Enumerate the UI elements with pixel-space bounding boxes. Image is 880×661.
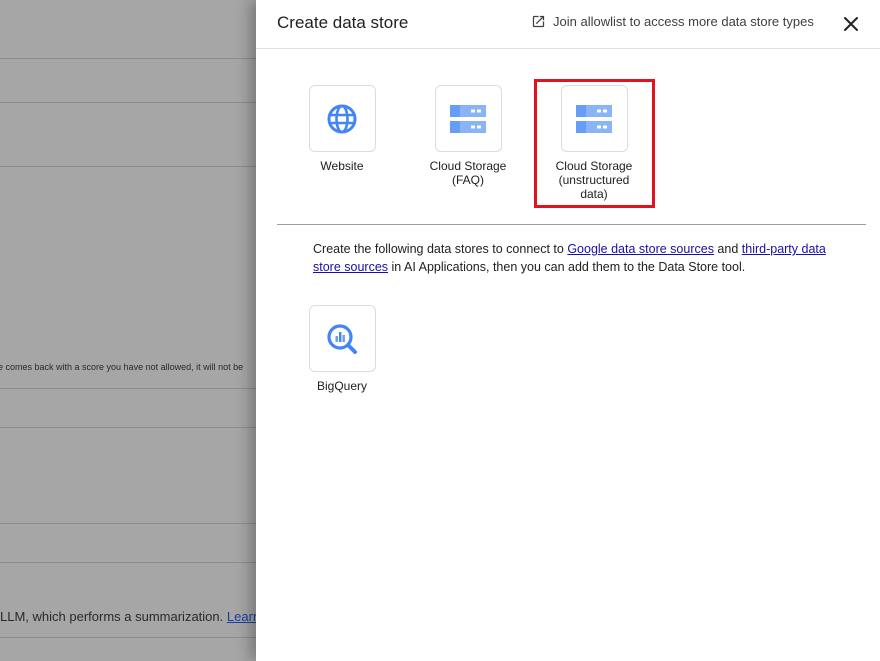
close-button[interactable]	[840, 13, 862, 35]
background-page: e comes back with a score you have not a…	[0, 0, 256, 661]
google-data-store-sources-link[interactable]: Google data store sources	[567, 242, 714, 256]
storage-icon	[576, 104, 612, 133]
divider	[0, 523, 256, 524]
divider	[0, 562, 256, 563]
description-text-middle: and	[713, 242, 742, 256]
tile-website-box	[308, 85, 376, 152]
background-text-2: LLM, which performs a summarization. Lea…	[0, 609, 256, 624]
create-data-store-drawer: Create data store Join allowlist to acce…	[256, 0, 880, 661]
drawer-header: Create data store Join allowlist to acce…	[256, 0, 880, 49]
divider	[0, 102, 256, 103]
tile-website[interactable]: Website	[287, 85, 397, 173]
background-learn-link[interactable]: Learn	[227, 609, 256, 624]
tile-cloud-storage-unstructured-label: Cloud Storage (unstructured data)	[555, 159, 633, 201]
bigquery-icon	[327, 323, 357, 354]
background-text: e comes back with a score you have not a…	[0, 362, 244, 372]
background-text-2-content: LLM, which performs a summarization.	[0, 609, 224, 624]
join-allowlist-label: Join allowlist to access more data store…	[553, 14, 814, 29]
open-in-new-icon	[532, 15, 545, 28]
tile-cloud-storage-unstructured-box	[560, 85, 628, 152]
storage-icon	[450, 104, 486, 133]
description-text-before: Create the following data stores to conn…	[313, 242, 568, 256]
data-store-description: Create the following data stores to conn…	[313, 240, 833, 276]
tile-cloud-storage-faq-box	[434, 85, 502, 152]
drawer-title: Create data store	[277, 13, 409, 32]
tile-bigquery[interactable]: BigQuery	[287, 305, 397, 393]
tile-bigquery-label: BigQuery	[316, 379, 368, 393]
tile-cloud-storage-faq[interactable]: Cloud Storage (FAQ)	[413, 85, 523, 187]
tile-cloud-storage-faq-label: Cloud Storage (FAQ)	[429, 159, 507, 187]
close-icon	[844, 17, 858, 31]
divider	[0, 166, 256, 167]
tile-bigquery-box	[308, 305, 376, 372]
description-text-after: in AI Applications, then you can add the…	[388, 260, 746, 274]
divider	[0, 388, 256, 389]
divider	[0, 637, 256, 638]
globe-icon	[327, 104, 357, 133]
join-allowlist-link[interactable]: Join allowlist to access more data store…	[531, 14, 814, 29]
tile-website-label: Website	[320, 159, 364, 173]
divider	[0, 58, 256, 59]
section-divider	[277, 224, 866, 225]
divider	[0, 427, 256, 428]
tile-cloud-storage-unstructured[interactable]: Cloud Storage (unstructured data)	[539, 85, 649, 201]
